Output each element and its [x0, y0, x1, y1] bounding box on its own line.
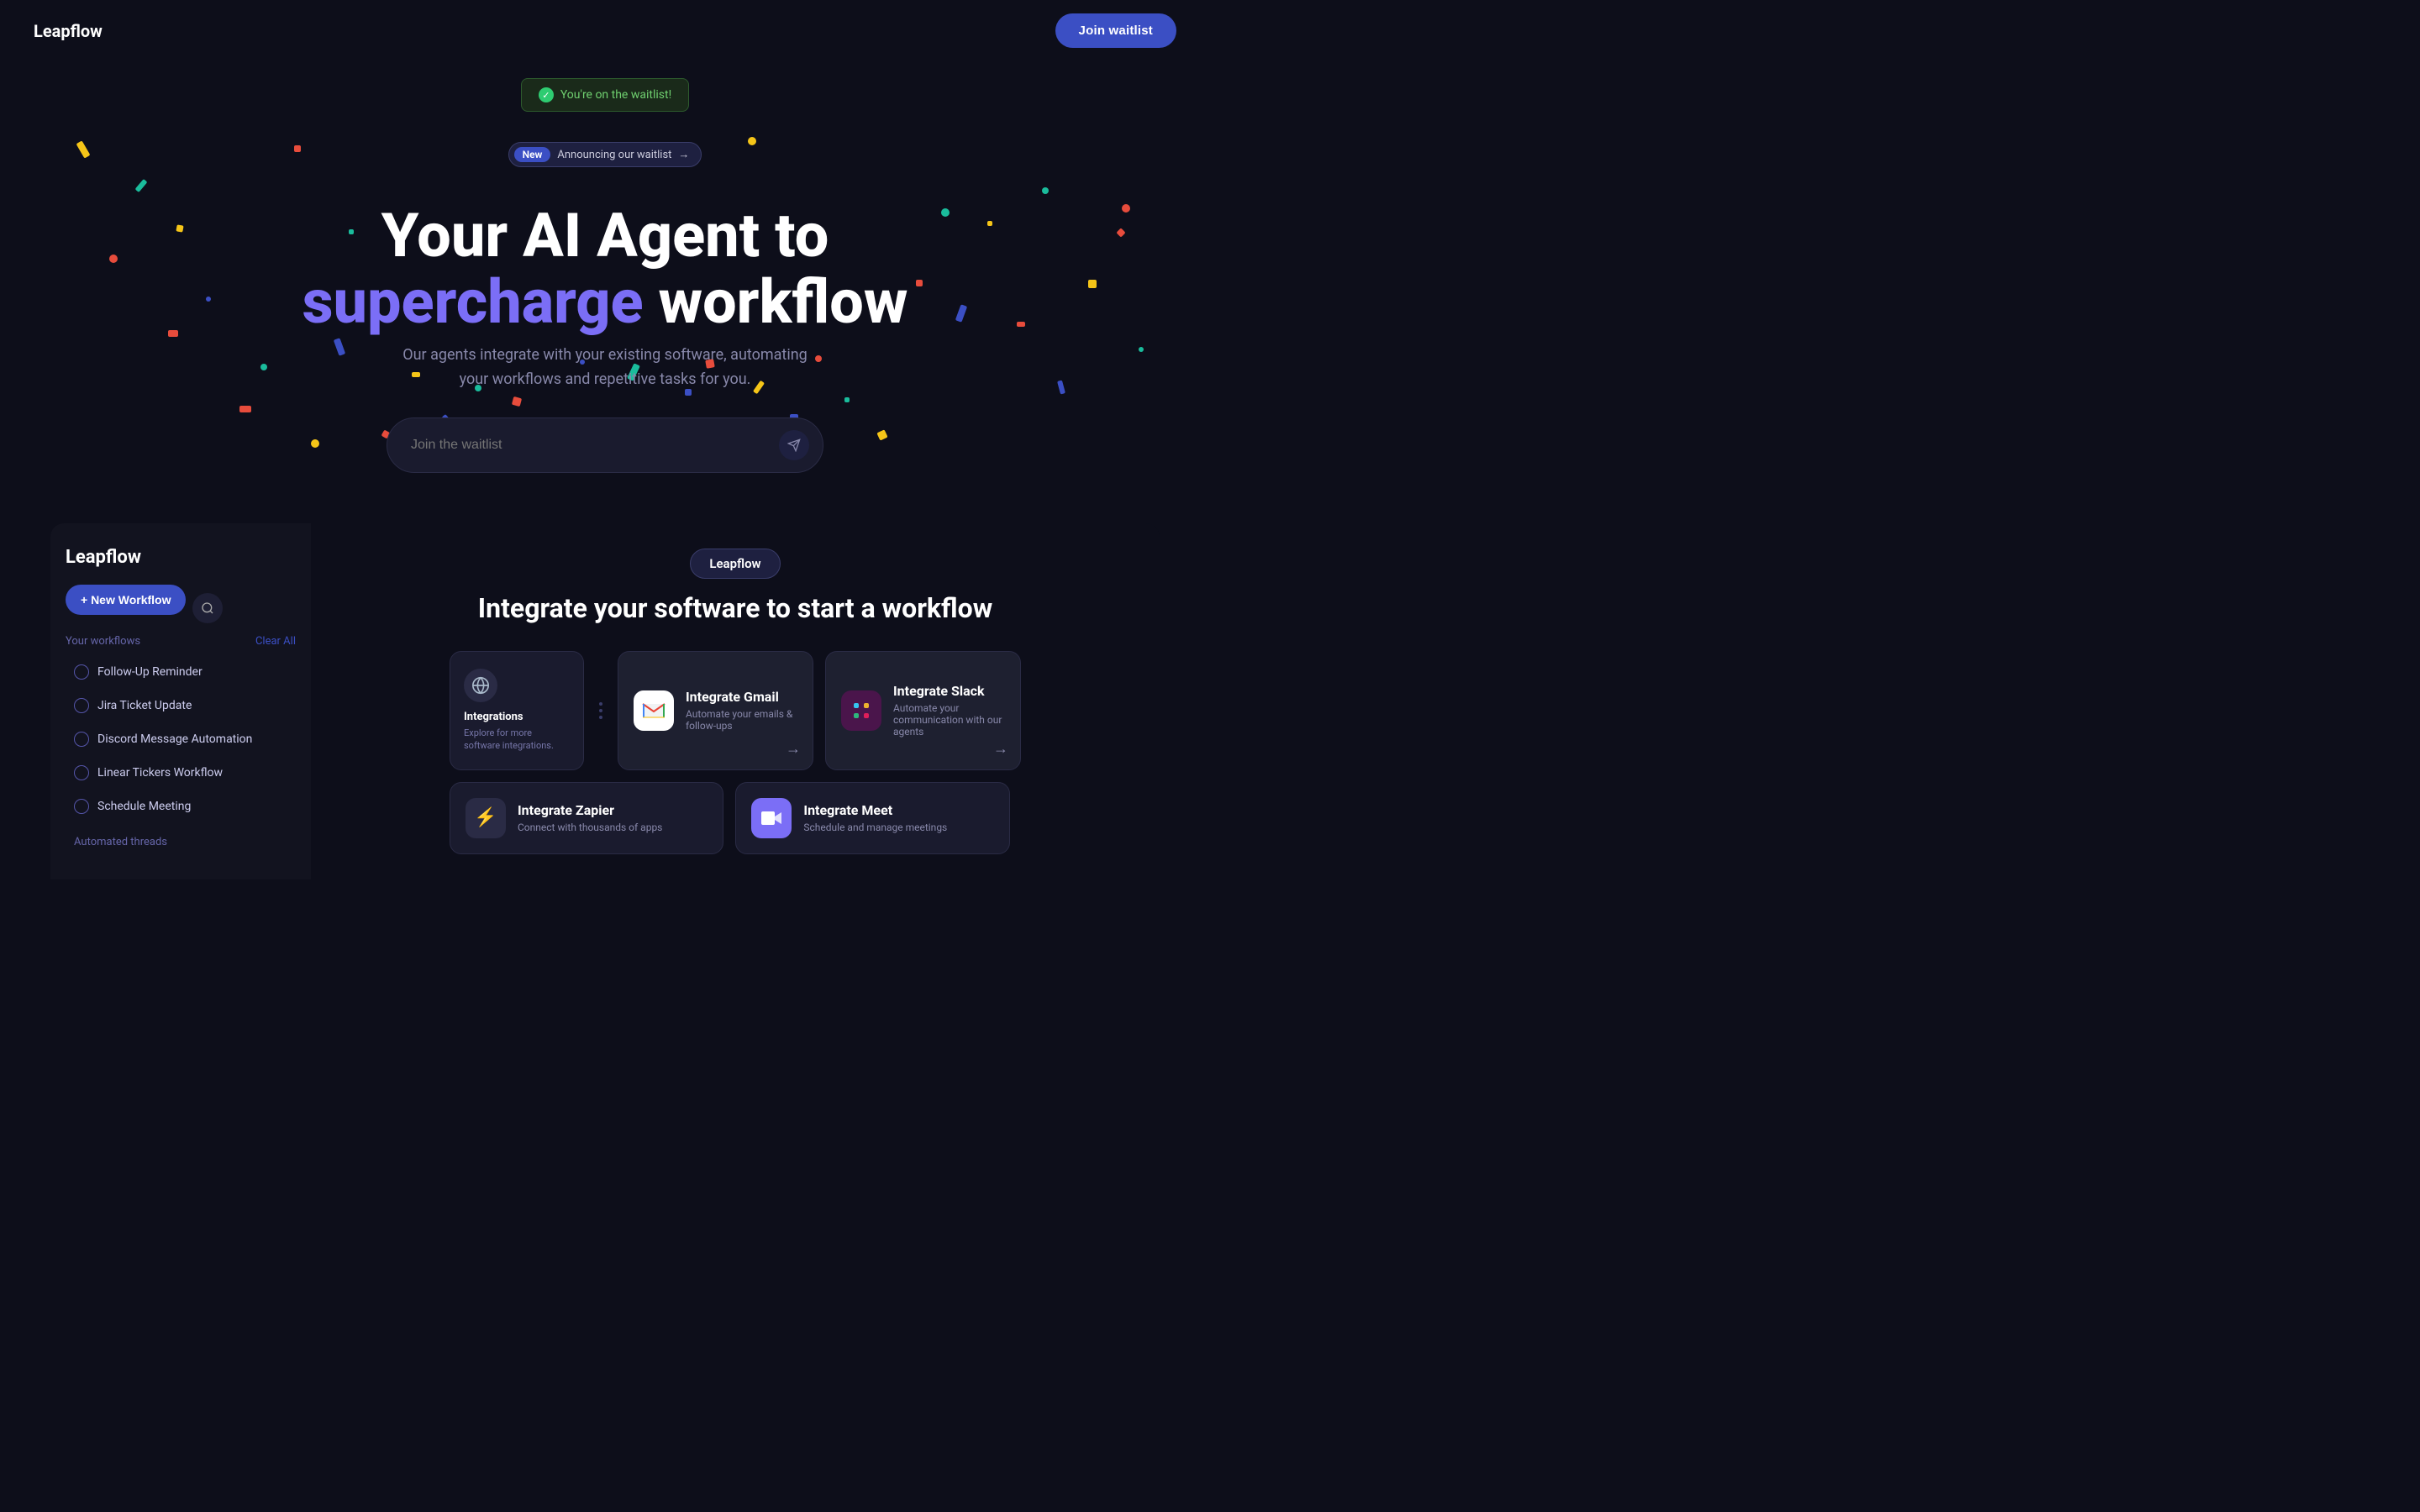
- navbar: Leapflow Join waitlist: [0, 0, 1210, 61]
- join-waitlist-button[interactable]: Join waitlist: [1055, 13, 1176, 48]
- slack-card-sub: Automate your communication with our age…: [893, 702, 1005, 738]
- gmail-icon: [634, 690, 674, 731]
- meet-icon: [751, 798, 792, 838]
- workflow-item-icon: [74, 664, 89, 680]
- send-icon[interactable]: [779, 430, 809, 460]
- meet-card-text: Integrate Meet Schedule and manage meeti…: [803, 802, 993, 833]
- workflow-item-icon: [74, 698, 89, 713]
- success-banner: ✓ You're on the waitlist!: [521, 78, 689, 112]
- confetti-piece: [512, 396, 522, 407]
- new-tag: New: [514, 147, 551, 162]
- confetti-piece: [876, 429, 887, 440]
- leapflow-badge: Leapflow: [690, 549, 780, 579]
- hero-input-wrap: [387, 417, 823, 473]
- confetti-piece: [1042, 187, 1049, 194]
- confetti-piece: [260, 364, 267, 370]
- divider-dots: [596, 651, 606, 770]
- workflows-label: Your workflows Clear All: [66, 635, 296, 648]
- slack-card-text: Integrate Slack Automate your communicat…: [893, 683, 1005, 738]
- workflow-item[interactable]: Jira Ticket Update: [66, 690, 296, 722]
- join-waitlist-input[interactable]: [411, 438, 779, 453]
- workflow-item[interactable]: Schedule Meeting: [66, 790, 296, 822]
- zapier-card-text: Integrate Zapier Connect with thousands …: [518, 802, 708, 833]
- confetti-piece: [1057, 380, 1065, 394]
- workflow-list: Follow-Up Reminder Jira Ticket Update Di…: [66, 656, 296, 822]
- sidebar-logo: Leapflow: [66, 547, 296, 568]
- gmail-card-arrow: →: [786, 740, 801, 758]
- hero-title: Your AI Agent to supercharge workflow: [34, 202, 1176, 335]
- zapier-card-sub: Connect with thousands of apps: [518, 822, 708, 833]
- confetti-piece: [239, 406, 251, 412]
- slack-card-title: Integrate Slack: [893, 683, 1005, 699]
- announce-arrow: →: [678, 148, 689, 161]
- meet-card-sub: Schedule and manage meetings: [803, 822, 993, 833]
- integrations-card-title: Integrations: [464, 711, 570, 723]
- workflow-item-icon: [74, 732, 89, 747]
- hero-title-rest: workflow: [644, 266, 908, 338]
- slack-icon: [841, 690, 881, 731]
- meet-card-title: Integrate Meet: [803, 802, 993, 818]
- zapier-card-title: Integrate Zapier: [518, 802, 708, 818]
- integrate-slack-card[interactable]: Integrate Slack Automate your communicat…: [825, 651, 1021, 770]
- workflow-item[interactable]: Linear Tickers Workflow: [66, 757, 296, 789]
- lightning-icon: ⚡: [466, 798, 506, 838]
- new-workflow-button[interactable]: + New Workflow: [66, 585, 186, 615]
- integrations-row-2: ⚡ Integrate Zapier Connect with thousand…: [450, 782, 1021, 854]
- checkmark-icon: ✓: [539, 87, 554, 102]
- sidebar-top-row: + New Workflow: [66, 585, 296, 632]
- hero-section: ✓ You're on the waitlist! New Announcing…: [0, 61, 1210, 523]
- integrate-zapier-card[interactable]: ⚡ Integrate Zapier Connect with thousand…: [450, 782, 723, 854]
- hero-title-purple: supercharge: [302, 266, 644, 338]
- auto-threads-label: Automated threads: [66, 824, 296, 852]
- integrate-gmail-card[interactable]: Integrate Gmail Automate your emails & f…: [618, 651, 813, 770]
- hero-subtitle: Our agents integrate with your existing …: [387, 344, 823, 392]
- confetti-piece: [1139, 347, 1144, 352]
- success-text: You're on the waitlist!: [560, 88, 671, 102]
- announce-text: Announcing our waitlist: [557, 149, 671, 161]
- announce-badge[interactable]: New Announcing our waitlist →: [508, 142, 702, 167]
- sidebar: Leapflow + New Workflow Your workflows C…: [50, 523, 311, 879]
- hero-title-line1: Your AI Agent to: [381, 200, 829, 271]
- integrations-small-card[interactable]: Integrations Explore for more software i…: [450, 651, 584, 770]
- slack-card-arrow: →: [993, 740, 1008, 758]
- confetti-piece: [334, 338, 345, 356]
- workflow-item-icon: [74, 799, 89, 814]
- integrate-title: Integrate your software to start a workf…: [478, 592, 992, 624]
- workflow-item[interactable]: Follow-Up Reminder: [66, 656, 296, 688]
- main-content: Leapflow Integrate your software to star…: [311, 523, 1160, 879]
- workflow-item[interactable]: Discord Message Automation: [66, 723, 296, 755]
- workflow-item-label: Linear Tickers Workflow: [97, 766, 223, 780]
- workflow-item-label: Follow-Up Reminder: [97, 665, 203, 679]
- workflow-item-label: Jira Ticket Update: [97, 699, 192, 712]
- integrate-meet-card[interactable]: Integrate Meet Schedule and manage meeti…: [735, 782, 1009, 854]
- success-banner-wrap: ✓ You're on the waitlist!: [34, 78, 1176, 127]
- workflow-item-label: Discord Message Automation: [97, 732, 252, 746]
- gmail-card-sub: Automate your emails & follow-ups: [686, 708, 797, 732]
- workflow-item-label: Schedule Meeting: [97, 800, 191, 813]
- integrations-card-sub: Explore for more software integrations.: [464, 727, 570, 753]
- nav-logo: Leapflow: [34, 21, 103, 41]
- app-section: Leapflow + New Workflow Your workflows C…: [0, 523, 1210, 913]
- integrations-row-1: Integrations Explore for more software i…: [450, 651, 1021, 770]
- globe-icon: [464, 669, 497, 702]
- confetti-piece: [844, 397, 850, 402]
- gmail-card-text: Integrate Gmail Automate your emails & f…: [686, 689, 797, 732]
- confetti-piece: [311, 439, 319, 448]
- clear-all-link[interactable]: Clear All: [255, 635, 296, 648]
- announce-badge-wrap: New Announcing our waitlist →: [34, 142, 1176, 186]
- workflow-item-icon: [74, 765, 89, 780]
- search-button[interactable]: [192, 593, 223, 623]
- gmail-card-title: Integrate Gmail: [686, 689, 797, 705]
